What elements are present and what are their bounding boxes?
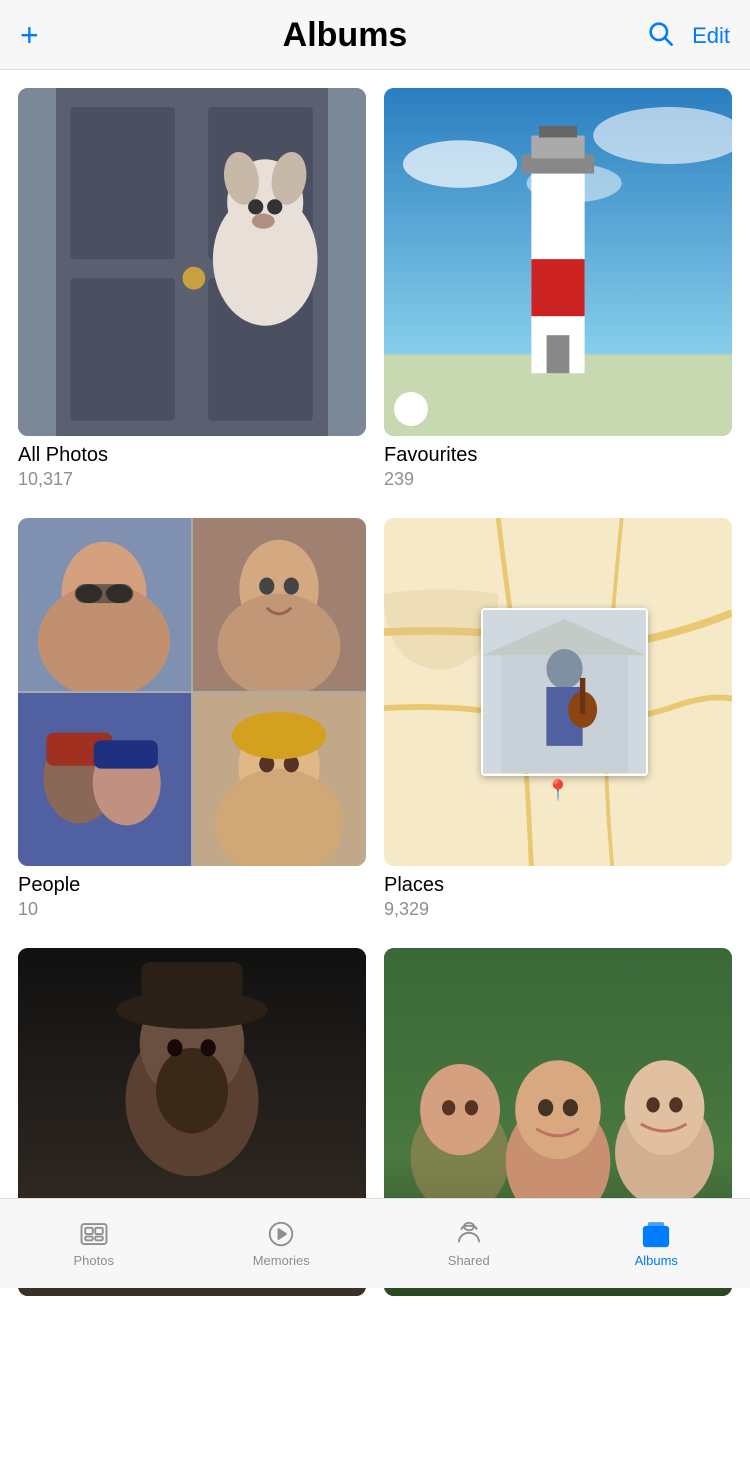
- places-photo-overlay: [481, 608, 648, 775]
- people-cell-4: [193, 693, 366, 866]
- nav-memories-label: Memories: [253, 1253, 310, 1268]
- edit-button[interactable]: Edit: [692, 23, 730, 49]
- header-actions: Edit: [610, 19, 730, 52]
- album-count-people: 10: [18, 899, 366, 920]
- nav-albums[interactable]: Albums: [563, 1219, 750, 1268]
- album-count-favourites: 239: [384, 469, 732, 490]
- album-count-all-photos: 10,317: [18, 469, 366, 490]
- album-thumb-favourites: [384, 88, 732, 436]
- album-thumb-all-photos: [18, 88, 366, 436]
- album-favourites[interactable]: Favourites 239: [384, 88, 732, 490]
- nav-shared-label: Shared: [448, 1253, 490, 1268]
- people-cell-2: [193, 518, 366, 691]
- nav-memories[interactable]: Memories: [188, 1219, 376, 1268]
- album-title-places: Places: [384, 874, 732, 897]
- album-title-favourites: Favourites: [384, 444, 732, 467]
- album-title-6: [384, 1304, 732, 1327]
- album-count-6: [384, 1329, 732, 1350]
- album-thumb-people: [18, 518, 366, 866]
- people-cell-1: [18, 518, 191, 691]
- album-places[interactable]: 📍 Places 9,329: [384, 518, 732, 920]
- search-icon[interactable]: [646, 19, 674, 52]
- album-all-photos[interactable]: All Photos 10,317: [18, 88, 366, 490]
- nav-albums-label: Albums: [635, 1253, 678, 1268]
- album-title-all-photos: All Photos: [18, 444, 366, 467]
- album-count-5: [18, 1329, 366, 1350]
- album-people[interactable]: People 10: [18, 518, 366, 920]
- add-icon: +: [20, 17, 39, 53]
- bottom-navigation: Photos Memories Shared Albums: [0, 1198, 750, 1288]
- album-6[interactable]: [384, 948, 732, 1350]
- add-button[interactable]: +: [20, 17, 80, 54]
- album-thumb-places: 📍: [384, 518, 732, 866]
- people-cell-3: [18, 693, 191, 866]
- album-count-places: 9,329: [384, 899, 732, 920]
- album-title-people: People: [18, 874, 366, 897]
- nav-photos-label: Photos: [74, 1253, 114, 1268]
- nav-photos[interactable]: Photos: [0, 1219, 188, 1268]
- header: + Albums Edit: [0, 0, 750, 70]
- map-pin: 📍: [546, 778, 571, 803]
- heart-badge: [394, 392, 428, 426]
- albums-grid: All Photos 10,317: [0, 70, 750, 1350]
- nav-shared[interactable]: Shared: [375, 1219, 563, 1268]
- album-5[interactable]: [18, 948, 366, 1350]
- album-title-5: [18, 1304, 366, 1327]
- page-title: Albums: [80, 16, 610, 55]
